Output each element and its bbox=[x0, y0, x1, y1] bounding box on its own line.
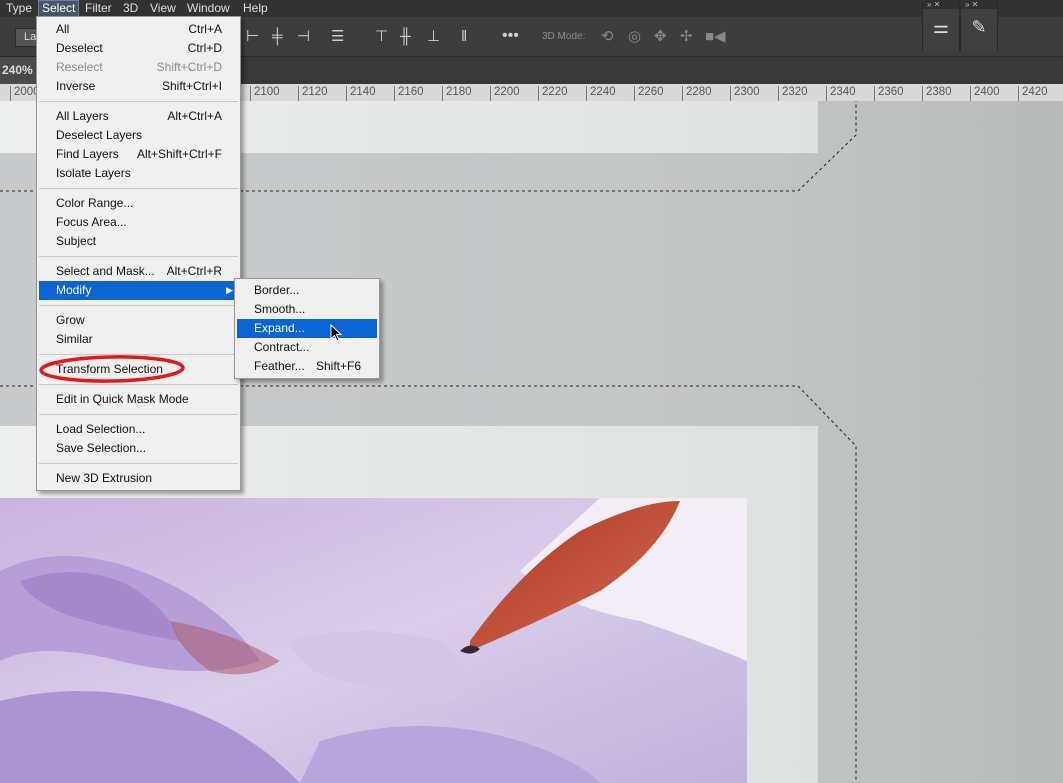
ruler-tick-label: 2340 bbox=[826, 86, 856, 101]
orbit-3d-icon[interactable]: ⟲ bbox=[601, 28, 614, 46]
ruler-tick-label: 2400 bbox=[970, 86, 1000, 101]
submenu-item-expand[interactable]: Expand... bbox=[237, 319, 377, 338]
ruler-tick-label: 2120 bbox=[298, 86, 328, 101]
menu-item-save-selection[interactable]: Save Selection... bbox=[39, 439, 238, 458]
sliders-icon: ⚌ bbox=[932, 17, 950, 37]
align-bottom-icon[interactable]: ⊥ bbox=[427, 28, 440, 46]
menu-item-color-range[interactable]: Color Range... bbox=[39, 194, 238, 213]
menu-item-inverse[interactable]: Inverse Shift+Ctrl+I bbox=[39, 77, 238, 96]
menu-separator bbox=[39, 463, 238, 464]
menu-window[interactable]: Window bbox=[187, 1, 230, 17]
menu-help[interactable]: Help bbox=[243, 1, 268, 17]
align-left-icon[interactable]: ⊢ bbox=[246, 28, 259, 46]
menu-item-grow[interactable]: Grow bbox=[39, 311, 238, 330]
ruler-tick-label: 2200 bbox=[490, 86, 520, 101]
red-circle-annotation bbox=[39, 355, 185, 383]
menu-separator bbox=[39, 305, 238, 306]
menu-item-subject[interactable]: Subject bbox=[39, 232, 238, 251]
menu-item-focus-area[interactable]: Focus Area... bbox=[39, 213, 238, 232]
zoom-level: 240% ( bbox=[2, 63, 41, 77]
menu-item-new-3d-extrusion[interactable]: New 3D Extrusion bbox=[39, 469, 238, 488]
ruler-tick-label: 2140 bbox=[346, 86, 376, 101]
roll-3d-icon[interactable]: ◎ bbox=[628, 28, 641, 46]
submenu-item-feather[interactable]: Feather... Shift+F6 bbox=[237, 357, 377, 376]
align-top-icon[interactable]: ⊤ bbox=[375, 28, 388, 46]
menu-item-isolate-layers[interactable]: Isolate Layers bbox=[39, 164, 238, 183]
ruler-tick-label: 2280 bbox=[682, 86, 712, 101]
align-vcenter-icon[interactable]: ╫ bbox=[400, 28, 411, 46]
adjustments-panel-button[interactable]: » ✕ ⚌ bbox=[922, 0, 960, 52]
camera-3d-icon[interactable]: ■◀ bbox=[705, 28, 726, 46]
menu-filter[interactable]: Filter bbox=[85, 1, 112, 17]
more-options-icon[interactable]: ••• bbox=[502, 27, 519, 45]
align-right-icon[interactable]: ⊣ bbox=[297, 28, 310, 46]
menu-item-load-selection[interactable]: Load Selection... bbox=[39, 420, 238, 439]
ruler-tick-label: 2300 bbox=[730, 86, 760, 101]
menu-3d[interactable]: 3D bbox=[123, 1, 138, 17]
menu-item-deselect-layers[interactable]: Deselect Layers bbox=[39, 126, 238, 145]
distribute-icon[interactable]: ☰ bbox=[331, 28, 344, 46]
modify-submenu: Border... Smooth... Expand... Contract..… bbox=[234, 278, 380, 379]
menu-item-modify[interactable]: Modify ▶ bbox=[39, 281, 238, 300]
ruler-tick-label: 2260 bbox=[634, 86, 664, 101]
menu-item-quick-mask[interactable]: Edit in Quick Mask Mode bbox=[39, 390, 238, 409]
menu-separator bbox=[39, 101, 238, 102]
ruler-tick-label: 2380 bbox=[922, 86, 952, 101]
ruler-tick-label: 2240 bbox=[586, 86, 616, 101]
submenu-item-smooth[interactable]: Smooth... bbox=[237, 300, 377, 319]
ruler-tick-label: 2100 bbox=[250, 86, 280, 101]
brush-icon: ✎ bbox=[971, 17, 987, 37]
menu-item-all[interactable]: All Ctrl+A bbox=[39, 20, 238, 39]
brush-panel-button[interactable]: » ✕ ✎ bbox=[960, 0, 998, 52]
ruler-tick-label: 2180 bbox=[442, 86, 472, 101]
align-hcenter-icon[interactable]: ╪ bbox=[272, 28, 283, 46]
menu-item-deselect[interactable]: Deselect Ctrl+D bbox=[39, 39, 238, 58]
ruler-tick-label: 2220 bbox=[538, 86, 568, 101]
menu-separator bbox=[39, 188, 238, 189]
menu-item-select-and-mask[interactable]: Select and Mask... Alt+Ctrl+R bbox=[39, 262, 238, 281]
menu-item-similar[interactable]: Similar bbox=[39, 330, 238, 349]
slide-3d-icon[interactable]: ✢ bbox=[680, 28, 693, 46]
panel-collapse-icon[interactable]: » ✕ bbox=[961, 0, 997, 9]
submenu-arrow-icon: ▶ bbox=[226, 285, 233, 295]
menu-item-reselect: Reselect Shift+Ctrl+D bbox=[56, 60, 222, 74]
ruler-tick-label: 2160 bbox=[394, 86, 424, 101]
panel-collapse-icon[interactable]: » ✕ bbox=[923, 0, 959, 9]
menu-separator bbox=[39, 414, 238, 415]
menu-bar: Type Select Filter 3D View Window Help bbox=[0, 0, 1063, 17]
ruler-tick-label: 2320 bbox=[778, 86, 808, 101]
submenu-item-border[interactable]: Border... bbox=[237, 281, 377, 300]
distribute-vertical-icon[interactable]: ‖ bbox=[461, 28, 467, 46]
ruler-tick-label: 2420 bbox=[1018, 86, 1048, 101]
mouse-cursor-icon bbox=[330, 324, 343, 342]
menu-item-all-layers[interactable]: All Layers Alt+Ctrl+A bbox=[39, 107, 238, 126]
menu-item-find-layers[interactable]: Find Layers Alt+Shift+Ctrl+F bbox=[39, 145, 238, 164]
ruler-tick-label: 2360 bbox=[874, 86, 904, 101]
menu-separator bbox=[39, 256, 238, 257]
select-menu: All Ctrl+A Deselect Ctrl+D Reselect Shift+C… bbox=[36, 16, 241, 491]
menu-select[interactable]: Select bbox=[38, 0, 80, 17]
menu-type[interactable]: Type bbox=[6, 1, 32, 17]
submenu-item-contract[interactable]: Contract... bbox=[237, 338, 377, 357]
pan-3d-icon[interactable]: ✥ bbox=[654, 28, 667, 46]
menu-view[interactable]: View bbox=[150, 1, 176, 17]
mode-3d-label: 3D Mode: bbox=[542, 31, 586, 42]
